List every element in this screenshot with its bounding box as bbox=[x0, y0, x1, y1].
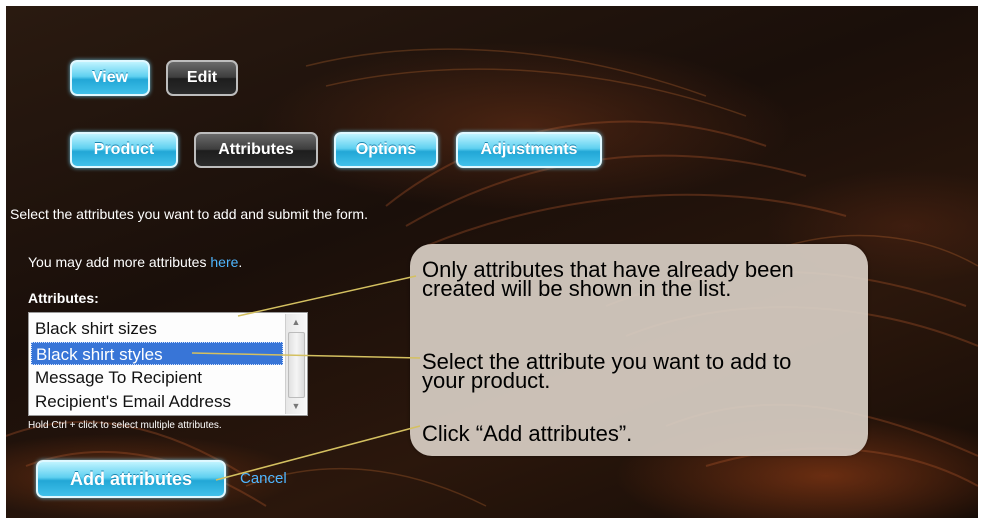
screenshot-frame: View Edit Product Attributes Options Adj… bbox=[6, 6, 978, 518]
attributes-listbox[interactable]: Black shirt sizes Black shirt styles Mes… bbox=[28, 312, 308, 416]
subtab-product-label: Product bbox=[93, 141, 155, 158]
scroll-up-arrow-icon[interactable]: ▲ bbox=[286, 314, 306, 330]
attributes-label: Attributes: bbox=[28, 290, 99, 306]
subtab-product[interactable]: Product bbox=[70, 132, 178, 168]
cancel-link[interactable]: Cancel bbox=[240, 470, 287, 487]
add-attributes-button[interactable]: Add attributes bbox=[36, 460, 226, 498]
attribute-option[interactable]: Message To Recipient bbox=[31, 366, 283, 389]
add-attributes-button-label: Add attributes bbox=[69, 468, 192, 489]
more-attributes-suffix: . bbox=[238, 254, 243, 270]
callout-note-1: Only attributes that have already been c… bbox=[422, 257, 794, 301]
tab-view-label: View bbox=[91, 69, 129, 86]
tab-view[interactable]: View bbox=[70, 60, 150, 96]
subtab-adjustments-label: Adjustments bbox=[480, 141, 578, 158]
subtab-options-label: Options bbox=[355, 141, 417, 158]
attribute-option[interactable]: Black shirt sizes bbox=[31, 317, 283, 340]
attribute-option-selected[interactable]: Black shirt styles bbox=[31, 342, 283, 365]
more-attributes-text: You may add more attributes here. bbox=[28, 254, 242, 270]
multi-select-hint: Hold Ctrl + click to select multiple att… bbox=[28, 420, 222, 431]
attribute-option[interactable]: Recipient's Email Address bbox=[31, 390, 283, 413]
callout-note-2: Select the attribute you want to add to … bbox=[422, 349, 792, 393]
subtab-adjustments[interactable]: Adjustments bbox=[456, 132, 602, 168]
subtab-options[interactable]: Options bbox=[334, 132, 438, 168]
form-instruction: Select the attributes you want to add an… bbox=[10, 206, 368, 222]
instruction-callout: Only attributes that have already been c… bbox=[410, 244, 868, 456]
tab-edit-label: Edit bbox=[186, 69, 218, 86]
subtab-attributes-label: Attributes bbox=[218, 141, 294, 158]
callout-note-3: Click “Add attributes”. bbox=[422, 421, 633, 446]
scroll-down-arrow-icon[interactable]: ▼ bbox=[286, 398, 306, 414]
tab-edit[interactable]: Edit bbox=[166, 60, 238, 96]
more-attributes-link[interactable]: here bbox=[210, 254, 238, 270]
more-attributes-prefix: You may add more attributes bbox=[28, 254, 211, 270]
scrollbar-thumb[interactable] bbox=[288, 332, 305, 398]
subtab-attributes[interactable]: Attributes bbox=[194, 132, 318, 168]
listbox-scrollbar[interactable]: ▲ ▼ bbox=[285, 314, 306, 414]
